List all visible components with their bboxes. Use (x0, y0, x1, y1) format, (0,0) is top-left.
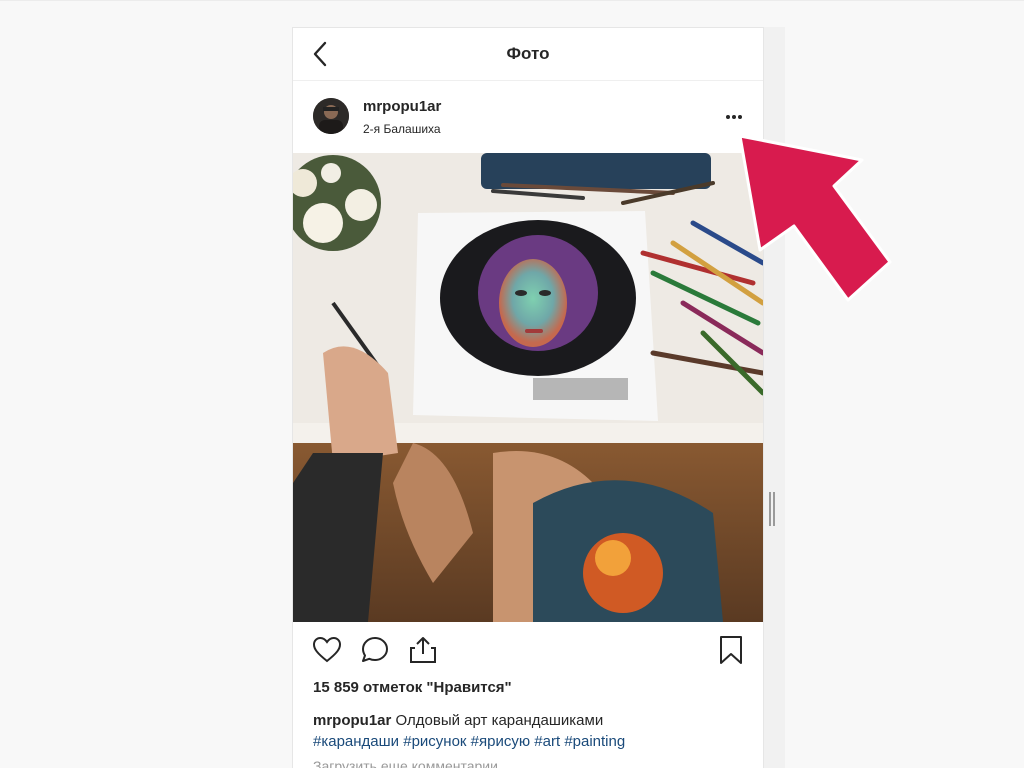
post-card: Фото mrpopu1ar 2-я Балашиха 15 859 отмет… (292, 27, 764, 768)
hashtag-link[interactable]: #карандаши (313, 733, 399, 750)
screen: Фото mrpopu1ar 2-я Балашиха 15 859 отмет… (0, 0, 1024, 768)
hashtag-link[interactable]: #ярисую (471, 733, 530, 750)
avatar-image (313, 98, 349, 134)
avatar[interactable] (313, 98, 349, 134)
scroll-grip-icon (769, 492, 775, 526)
share-button[interactable] (407, 634, 439, 666)
more-options-icon (726, 115, 742, 119)
scrollbar-handle[interactable] (768, 492, 776, 526)
caption-username[interactable]: mrpopu1ar (313, 712, 391, 729)
more-options-button[interactable] (721, 109, 751, 125)
top-divider (0, 0, 1024, 1)
post-location[interactable]: 2-я Балашиха (363, 122, 441, 136)
post-username[interactable]: mrpopu1ar (363, 98, 441, 115)
likes-count[interactable]: 15 859 отметок "Нравится" (313, 679, 512, 696)
hashtags: #карандаши #рисунок #ярисую #art #painti… (313, 731, 625, 752)
post-caption: mrpopu1ar Олдовый арт карандашиками (313, 710, 753, 731)
comment-button[interactable] (359, 634, 391, 666)
page-title: Фото (506, 44, 550, 63)
hashtag-link[interactable]: #рисунок (403, 733, 466, 750)
hashtag-link[interactable]: #art (534, 733, 560, 750)
pointer-arrow-icon (738, 134, 892, 302)
post-header: mrpopu1ar 2-я Балашиха (293, 81, 763, 153)
bookmark-icon (720, 636, 742, 664)
like-button[interactable] (311, 634, 343, 666)
caption-text: Олдовый арт карандашиками (395, 712, 604, 729)
action-bar (293, 626, 763, 676)
load-more-comments[interactable]: Загрузить еще комментарии (313, 758, 498, 768)
page-header: Фото (293, 28, 763, 81)
save-button[interactable] (715, 634, 747, 666)
hashtag-link[interactable]: #painting (564, 733, 625, 750)
share-icon (410, 637, 436, 663)
comment-icon (362, 637, 388, 662)
post-photo[interactable] (293, 153, 763, 622)
photo-artwork (293, 153, 763, 622)
heart-icon (312, 636, 342, 663)
